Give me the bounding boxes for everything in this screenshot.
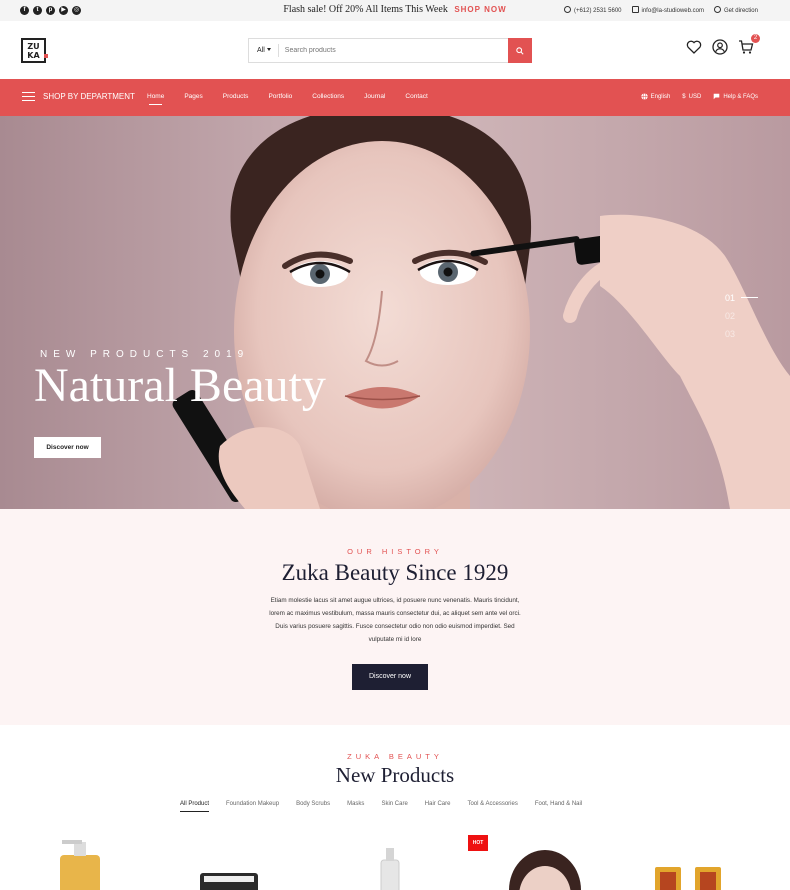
caret-down-icon — [266, 48, 271, 51]
tab-masks[interactable]: Masks — [347, 801, 364, 807]
logo-bottom: KA — [27, 51, 40, 60]
main-nav: SHOP BY DEPARTMENT Home Pages Products P… — [0, 79, 790, 116]
search-input[interactable] — [278, 47, 505, 54]
department-label: SHOP BY DEPARTMENT — [43, 92, 135, 101]
hero-slider: NEW PRODUCTS 2019 Natural Beauty Discove… — [0, 116, 790, 509]
flag-icon — [714, 93, 720, 100]
product-model-photo[interactable] — [509, 850, 581, 890]
help-link[interactable]: Help & FAQs — [713, 93, 758, 100]
history-tag: OUR HISTORY — [347, 547, 443, 556]
slide-dot-3[interactable]: 03 — [725, 325, 735, 343]
slide-dot-1[interactable]: 01 — [725, 289, 735, 307]
product-spray-bottle[interactable] — [380, 848, 400, 890]
dollar-icon: $ — [682, 93, 686, 100]
search-category-value: All — [257, 47, 265, 54]
phone-icon — [563, 6, 571, 13]
help-label: Help & FAQs — [723, 93, 758, 100]
nav-item-journal[interactable]: Journal — [364, 93, 385, 100]
search-button[interactable] — [508, 38, 532, 63]
product-tube-pair[interactable] — [655, 867, 721, 890]
wishlist-button[interactable] — [686, 39, 702, 55]
currency-value: USD — [688, 93, 702, 100]
new-products-section: ZUKA BEAUTY New Products All Product Fou… — [0, 725, 790, 890]
slide-dot-2[interactable]: 02 — [725, 307, 735, 325]
tab-body-scrubs[interactable]: Body Scrubs — [296, 801, 330, 807]
product-filter-tabs: All Product Foundation Makeup Body Scrub… — [180, 801, 599, 812]
heart-icon — [686, 40, 702, 54]
shop-now-link[interactable]: SHOP NOW — [454, 5, 506, 14]
slide-active-line — [740, 297, 758, 298]
history-discover-button[interactable]: Discover now — [352, 664, 428, 690]
history-section: OUR HISTORY Zuka Beauty Since 1929 Etiam… — [0, 509, 790, 725]
contact-info: (+612) 2531 5600 info@la-studioweb.com G… — [563, 6, 758, 14]
tab-hair-care[interactable]: Hair Care — [425, 801, 451, 807]
cart-button[interactable]: 2 — [738, 34, 760, 55]
language-selector[interactable]: English — [640, 93, 671, 100]
phone-number: (+612) 2531 5600 — [573, 8, 622, 14]
hamburger-icon — [22, 92, 35, 101]
nav-item-home[interactable]: Home — [147, 93, 164, 105]
tab-foundation-makeup[interactable]: Foundation Makeup — [226, 801, 279, 807]
products-title: New Products — [335, 763, 455, 787]
nav-item-collections[interactable]: Collections — [312, 93, 344, 100]
direction-label: Get direction — [723, 8, 758, 14]
flash-sale-text: Flash sale! Off 20% All Items This Week — [283, 4, 448, 15]
email-address: info@la-studioweb.com — [641, 8, 704, 14]
phone-link[interactable]: (+612) 2531 5600 — [563, 6, 622, 14]
history-body: Etiam molestie lacus sit amet augue ultr… — [269, 597, 521, 643]
language-value: English — [650, 93, 671, 100]
header-actions: 2 — [686, 34, 760, 55]
logo-dot — [44, 54, 48, 58]
user-icon — [712, 39, 728, 55]
search-category-select[interactable]: All — [249, 44, 279, 57]
tab-tool-accessories[interactable]: Tool & Accessories — [467, 801, 517, 807]
globe-icon — [640, 93, 648, 100]
site-header: ZU KA All 2 — [0, 21, 790, 79]
zuka-logo[interactable]: ZU KA — [21, 38, 48, 63]
nav-item-pages[interactable]: Pages — [184, 93, 202, 100]
hero-discover-button[interactable]: Discover now — [34, 437, 101, 458]
logo-top: ZU — [27, 42, 40, 51]
search-bar: All — [248, 38, 532, 63]
hero-title: Natural Beauty — [34, 359, 326, 412]
location-pin-icon — [713, 6, 721, 13]
nav-menu: Home Pages Products Portfolio Collection… — [147, 93, 448, 105]
slide-pagination: 01 02 03 — [725, 289, 758, 343]
tab-skin-care[interactable]: Skin Care — [381, 801, 407, 807]
shop-by-department-button[interactable]: SHOP BY DEPARTMENT — [22, 92, 135, 101]
nav-item-portfolio[interactable]: Portfolio — [268, 93, 292, 100]
cart-count-badge: 2 — [751, 34, 760, 43]
history-title: Zuka Beauty Since 1929 — [281, 560, 509, 585]
product-thumbnails — [60, 840, 721, 890]
nav-item-contact[interactable]: Contact — [405, 93, 427, 100]
top-bar: f t p ▶ ◎ Flash sale! Off 20% All Items … — [0, 0, 790, 21]
direction-link[interactable]: Get direction — [713, 6, 758, 14]
email-link[interactable]: info@la-studioweb.com — [631, 6, 704, 14]
search-icon — [516, 46, 524, 55]
tab-all-product[interactable]: All Product — [180, 801, 210, 812]
account-button[interactable] — [712, 39, 728, 55]
currency-selector[interactable]: $ USD — [682, 93, 701, 100]
nav-utilities: English $ USD Help & FAQs — [640, 93, 758, 100]
hero-model-image — [172, 116, 790, 509]
nav-item-products[interactable]: Products — [223, 93, 249, 100]
products-tag: ZUKA BEAUTY — [347, 752, 443, 761]
product-pump-bottle[interactable] — [60, 840, 100, 890]
product-cream-jar[interactable] — [200, 873, 258, 890]
tab-foot-hand-nail[interactable]: Foot, Hand & Nail — [535, 801, 582, 807]
mail-icon — [631, 6, 639, 13]
